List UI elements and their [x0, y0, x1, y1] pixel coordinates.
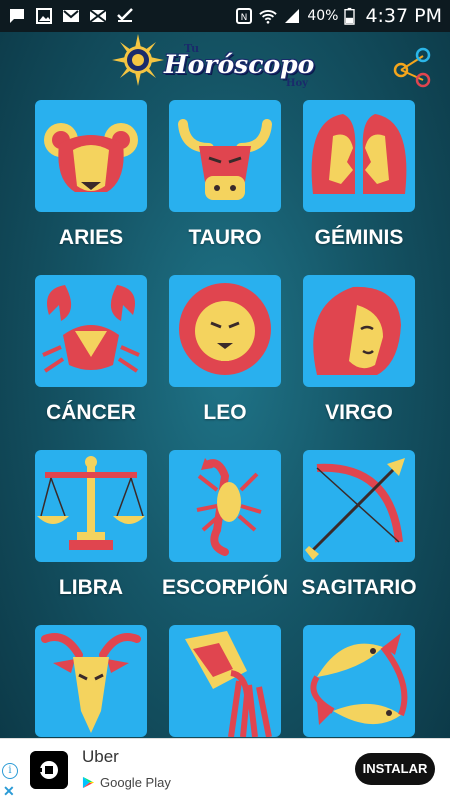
- check-icon: [117, 8, 133, 22]
- ram-icon: [44, 123, 138, 192]
- sign-label: LIBRA: [58, 576, 124, 599]
- clock: 4:37 PM: [365, 5, 442, 27]
- sun-zodiac-icon: [112, 34, 164, 86]
- image-icon: [36, 8, 52, 24]
- share-icon[interactable]: [391, 46, 435, 90]
- bow-arrow-icon: [305, 458, 405, 560]
- sign-tauro[interactable]: TAURO: [158, 100, 292, 250]
- sign-cancer[interactable]: CÁNCER: [24, 275, 158, 425]
- google-play-icon: [82, 776, 95, 789]
- sign-label: GÉMINIS: [314, 226, 404, 249]
- sign-acuario[interactable]: [158, 625, 292, 737]
- maiden-icon: [313, 286, 401, 375]
- mail-icon: [89, 9, 107, 23]
- install-button[interactable]: INSTALAR: [355, 753, 435, 785]
- ad-app-name: Uber: [82, 747, 119, 766]
- sign-tile[interactable]: [35, 275, 147, 387]
- ad-store-badge: Google Play: [82, 775, 171, 790]
- app-header: Tu Horóscopo Hoy: [0, 32, 450, 98]
- status-bar: N 40% 4:37 PM: [0, 0, 450, 32]
- sign-tile[interactable]: [303, 275, 415, 387]
- gmail-icon: [63, 10, 79, 22]
- scorpion-icon: [196, 458, 262, 556]
- ad-close-icon[interactable]: ✕: [3, 783, 15, 800]
- nfc-icon: N: [236, 8, 253, 24]
- fish-icon: [310, 633, 408, 725]
- sign-label: VIRGO: [325, 401, 393, 424]
- battery-icon: [344, 7, 356, 25]
- signal-icon: [285, 9, 300, 23]
- sign-label: TAURO: [188, 226, 262, 249]
- sign-aries[interactable]: ARIES: [24, 100, 158, 250]
- uber-logo-icon: [30, 751, 68, 789]
- scales-icon: [37, 456, 145, 550]
- sign-tile[interactable]: [303, 625, 415, 737]
- logo-hoy-text: Hoy: [286, 78, 308, 89]
- sign-sagitario[interactable]: SAGITARIO: [292, 450, 426, 600]
- ad-store-name: Google Play: [100, 775, 171, 790]
- sign-libra[interactable]: LIBRA: [24, 450, 158, 600]
- message-icon: [10, 9, 24, 23]
- sign-tile[interactable]: [169, 100, 281, 212]
- sign-label: ESCORPIÓN: [161, 576, 289, 599]
- sign-tile[interactable]: [303, 450, 415, 562]
- logo-title: Horóscopo: [164, 50, 315, 79]
- sign-label: ARIES: [58, 226, 124, 249]
- sign-escorpion[interactable]: ESCORPIÓN: [158, 450, 292, 600]
- sign-tile[interactable]: [35, 625, 147, 737]
- sign-piscis[interactable]: [292, 625, 426, 737]
- sign-tile[interactable]: [35, 450, 147, 562]
- notification-icons: [8, 7, 134, 25]
- system-icons: N 40% 4:37 PM: [235, 5, 442, 27]
- sign-tile[interactable]: [169, 275, 281, 387]
- goat-icon: [41, 633, 141, 733]
- sign-tile[interactable]: [169, 625, 281, 737]
- sign-tile[interactable]: [35, 100, 147, 212]
- sign-geminis[interactable]: GÉMINIS: [292, 100, 426, 250]
- svg-text:N: N: [241, 13, 248, 23]
- ad-info-icon[interactable]: i: [2, 763, 18, 779]
- sign-label: CÁNCER: [46, 401, 136, 424]
- sign-label: LEO: [203, 401, 247, 424]
- bull-icon: [178, 119, 272, 200]
- wifi-icon: [259, 10, 278, 24]
- ad-banner[interactable]: i ✕ Uber Google Play INSTALAR: [0, 738, 450, 800]
- sign-label: SAGITARIO: [301, 576, 417, 599]
- app-logo: Tu Horóscopo Hoy: [112, 34, 342, 96]
- twins-icon: [311, 114, 407, 194]
- lion-icon: [179, 283, 271, 375]
- sign-tile[interactable]: [169, 450, 281, 562]
- sign-virgo[interactable]: VIRGO: [292, 275, 426, 425]
- sign-capricornio[interactable]: [24, 625, 158, 737]
- crab-icon: [42, 285, 140, 373]
- sign-leo[interactable]: LEO: [158, 275, 292, 425]
- sign-tile[interactable]: [303, 100, 415, 212]
- battery-percent: 40%: [307, 8, 339, 24]
- water-bearer-icon: [185, 631, 272, 737]
